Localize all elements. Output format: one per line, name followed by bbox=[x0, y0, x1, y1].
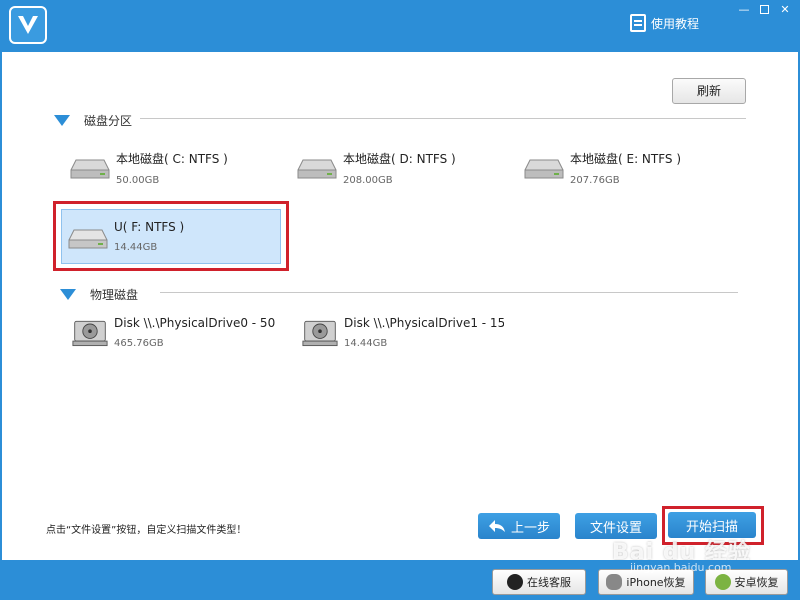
minimize-button[interactable]: — bbox=[736, 2, 752, 18]
app-logo bbox=[9, 6, 47, 44]
android-recovery-label: 安卓恢复 bbox=[734, 576, 779, 589]
divider bbox=[160, 292, 738, 293]
partition-item-c[interactable]: 本地磁盘( C: NTFS ) 50.00GB bbox=[70, 150, 228, 186]
partition-name: 本地磁盘( C: NTFS ) bbox=[116, 152, 228, 166]
back-button[interactable]: 上一步 bbox=[478, 513, 560, 539]
physical-disk-size: 465.76GB bbox=[114, 338, 164, 349]
android-icon bbox=[714, 574, 731, 590]
apple-icon bbox=[606, 574, 623, 590]
close-icon: ✕ bbox=[780, 3, 790, 16]
collapse-triangle-icon bbox=[60, 289, 76, 300]
refresh-button[interactable]: 刷新 bbox=[672, 78, 746, 104]
hard-drive-icon bbox=[524, 159, 564, 179]
partition-item-d[interactable]: 本地磁盘( D: NTFS ) 208.00GB bbox=[297, 150, 456, 186]
partition-size: 207.76GB bbox=[570, 175, 620, 186]
partition-name: 本地磁盘( E: NTFS ) bbox=[570, 152, 682, 166]
physical-disk-size: 14.44GB bbox=[344, 338, 388, 349]
divider bbox=[140, 118, 746, 119]
physical-section-header[interactable]: 物理磁盘 bbox=[60, 286, 138, 303]
physical-disk-item-1[interactable]: Disk \\.\PhysicalDrive1 - 15 ( 14.44GB bbox=[302, 316, 504, 349]
minimize-icon: — bbox=[738, 3, 750, 16]
hard-drive-icon bbox=[297, 159, 337, 179]
qq-icon bbox=[507, 574, 523, 590]
tutorial-link[interactable]: 使用教程 bbox=[630, 14, 699, 32]
physical-disk-name: Disk \\.\PhysicalDrive0 - 500 bbox=[114, 316, 276, 330]
hard-drive-icon bbox=[70, 159, 110, 179]
file-settings-label: 文件设置 bbox=[589, 520, 642, 536]
collapse-triangle-icon bbox=[54, 115, 70, 126]
partition-name: 本地磁盘( D: NTFS ) bbox=[343, 152, 456, 166]
physical-disk-name: Disk \\.\PhysicalDrive1 - 15 ( bbox=[344, 316, 504, 330]
close-button[interactable]: ✕ bbox=[777, 2, 793, 18]
hint-text: 点击“文件设置”按钮，自定义扫描文件类型！ bbox=[46, 525, 247, 536]
document-icon bbox=[630, 14, 646, 32]
watermark-url: jingyan.baidu.com bbox=[630, 561, 732, 574]
tutorial-label: 使用教程 bbox=[651, 16, 700, 31]
partitions-header-label: 磁盘分区 bbox=[84, 114, 133, 128]
online-support-button[interactable]: 在线客服 bbox=[492, 569, 586, 595]
maximize-icon bbox=[759, 5, 769, 14]
partition-size: 50.00GB bbox=[116, 175, 160, 186]
partitions-section-header[interactable]: 磁盘分区 bbox=[54, 112, 132, 129]
iphone-recovery-label: iPhone恢复 bbox=[626, 576, 686, 589]
back-arrow-icon bbox=[488, 520, 505, 532]
partition-item-e[interactable]: 本地磁盘( E: NTFS ) 207.76GB bbox=[524, 150, 681, 186]
back-label: 上一步 bbox=[510, 520, 550, 536]
maximize-button[interactable] bbox=[756, 2, 772, 18]
physical-disk-icon bbox=[72, 320, 108, 347]
frame-border-left bbox=[0, 52, 2, 560]
app-logo-icon bbox=[18, 16, 38, 34]
annotation-highlight-box bbox=[53, 201, 289, 271]
physical-header-label: 物理磁盘 bbox=[90, 288, 139, 302]
physical-disk-icon bbox=[302, 320, 338, 347]
partition-size: 208.00GB bbox=[343, 175, 393, 186]
physical-disk-item-0[interactable]: Disk \\.\PhysicalDrive0 - 500 465.76GB bbox=[72, 316, 276, 349]
online-support-label: 在线客服 bbox=[527, 576, 571, 589]
